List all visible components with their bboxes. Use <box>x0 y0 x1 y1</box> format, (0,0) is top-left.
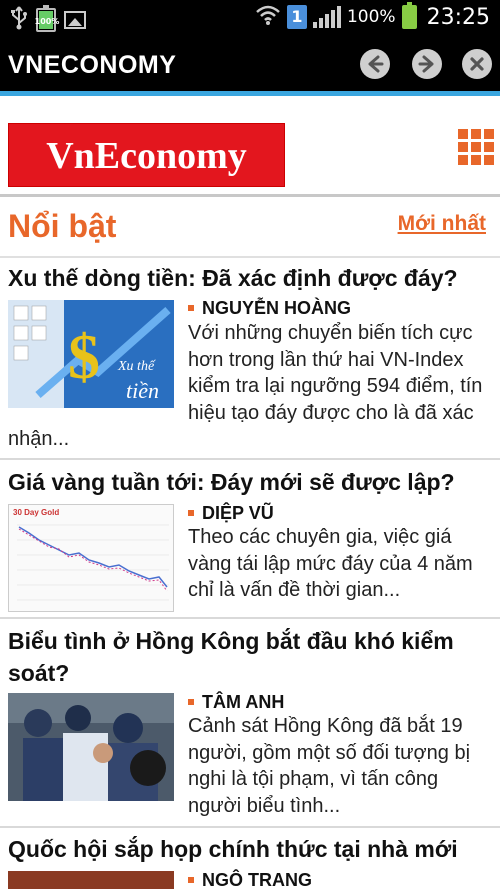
battery-percent: 100% <box>346 7 396 27</box>
article-summary: Với những chuyển biến tích cực hơn trong… <box>8 322 483 450</box>
article-title[interactable]: Biểu tình ở Hồng Kông bắt đầu khó kiểm s… <box>8 625 492 689</box>
bullet-icon <box>188 876 194 883</box>
article-author: NGÔ TRANG <box>188 870 312 889</box>
sim-icon: 1 <box>286 5 307 29</box>
battery-icon <box>401 2 417 29</box>
article-title[interactable]: Giá vàng tuần tới: Đáy mới sẽ được lập? <box>8 466 492 498</box>
clock: 23:25 <box>426 4 490 30</box>
site-logo[interactable]: VnEconomy <box>8 123 285 187</box>
arrow-right-icon <box>418 55 434 73</box>
battery-small-percent: 100% <box>34 17 60 26</box>
article-author: TÂM ANH <box>188 692 284 713</box>
article-title[interactable]: Xu thế dòng tiền: Đã xác định được đáy? <box>8 262 492 294</box>
close-button[interactable] <box>462 49 492 79</box>
status-bar: 100% 1 100% 23:25 <box>0 0 500 36</box>
status-bar-right: 1 100% 23:25 <box>255 2 490 30</box>
bullet-icon <box>188 698 194 705</box>
section-title: Nổi bật <box>8 208 117 244</box>
thumbnail-caption: 30 Day Gold <box>13 508 59 517</box>
article-author: NGUYỄN HOÀNG <box>188 298 351 319</box>
signal-icon <box>312 6 341 28</box>
wifi-icon <box>255 4 281 30</box>
article-author: DIỆP VŨ <box>188 503 274 524</box>
article-summary: Theo các chuyên gia, việc giá vàng tái l… <box>188 526 473 601</box>
close-icon <box>470 57 484 71</box>
section-header: Nổi bật Mới nhất <box>0 200 500 258</box>
article-title[interactable]: Quốc hội sắp họp chính thức tại nhà mới <box>8 833 492 865</box>
back-button[interactable] <box>360 49 390 79</box>
app-bar: VNECONOMY <box>0 36 500 96</box>
app-title: VNECONOMY <box>8 51 177 79</box>
bullet-icon <box>188 509 194 516</box>
article-thumbnail[interactable] <box>8 871 174 889</box>
site-header: VnEconomy <box>0 101 500 197</box>
arrow-left-icon <box>368 55 384 73</box>
article-divider <box>0 458 500 460</box>
article-divider <box>0 617 500 619</box>
forward-button[interactable] <box>412 49 442 79</box>
grid-menu-icon[interactable] <box>458 129 494 165</box>
bullet-icon <box>188 304 194 311</box>
article-summary: Cảnh sát Hồng Kông đã bắt 19 người, gồm … <box>188 715 471 817</box>
article-divider <box>0 826 500 828</box>
usb-icon <box>10 6 28 34</box>
battery-icon: 100% <box>35 5 59 32</box>
latest-link[interactable]: Mới nhất <box>398 212 486 236</box>
gallery-icon <box>64 11 86 29</box>
status-bar-left: 100% <box>10 5 86 34</box>
